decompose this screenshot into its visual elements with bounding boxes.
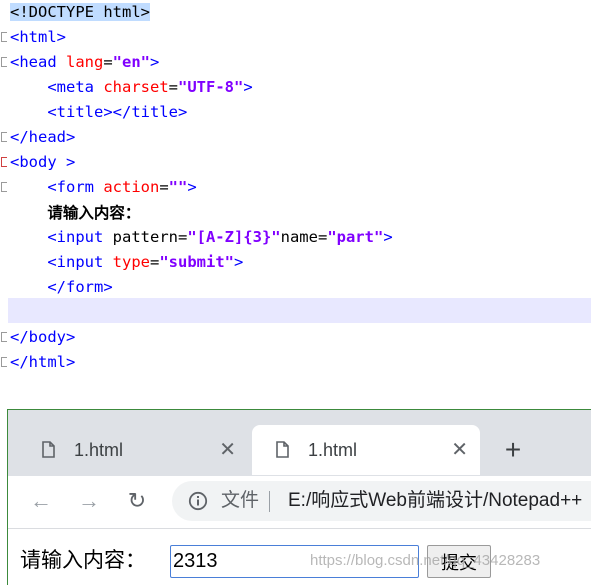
- code-token: <html>: [10, 28, 66, 46]
- code-token: <meta: [47, 78, 104, 96]
- browser-toolbar: ← → ↻ 文件 E:/响应式Web前端设计/Notepad++: [8, 476, 591, 528]
- fold-marker-head[interactable]: [1, 57, 7, 67]
- tab-inactive[interactable]: 1.html ✕: [18, 425, 248, 475]
- code-token: "part": [327, 228, 384, 246]
- code-token: lang: [66, 53, 104, 71]
- code-token: <input: [47, 228, 113, 246]
- forward-button[interactable]: →: [74, 486, 104, 516]
- code-token: <input: [47, 253, 113, 271]
- code-token: </html>: [10, 353, 76, 371]
- document-icon: [42, 441, 55, 458]
- input-label: 请输入内容：: [20, 549, 146, 572]
- code-token: >: [383, 228, 393, 246]
- back-button[interactable]: ←: [26, 486, 56, 516]
- code-line: </form>: [10, 275, 113, 300]
- code-token: type: [112, 253, 150, 271]
- code-line: <title></title>: [10, 100, 187, 125]
- code-token: >: [243, 78, 253, 96]
- code-token: <body >: [10, 153, 76, 171]
- watermark: https://blog.csdn.net/qq_43428283: [310, 552, 541, 569]
- code-line: <body >: [10, 150, 75, 175]
- fold-marker-body[interactable]: [1, 157, 7, 167]
- code-token: <head: [10, 53, 66, 71]
- fold-gutter: [0, 0, 8, 410]
- code-token: >: [233, 253, 244, 271]
- code-token: =: [159, 178, 169, 196]
- code-line: <input type="submit">: [10, 250, 243, 275]
- new-tab-button[interactable]: +: [498, 430, 528, 470]
- code-token: <form: [47, 178, 104, 196]
- code-line: <input pattern="[A-Z]{3}"name="part">: [10, 225, 393, 250]
- code-token: =: [149, 253, 160, 271]
- info-icon[interactable]: [188, 491, 208, 511]
- code-token: >: [187, 178, 197, 196]
- fold-marker-form[interactable]: [1, 182, 7, 192]
- code-token: "": [168, 178, 188, 196]
- file-chip: 文件: [221, 490, 260, 511]
- tab-title: 1.html: [308, 440, 358, 460]
- code-line: </head>: [10, 125, 75, 150]
- tab-title: 1.html: [74, 440, 124, 460]
- fold-marker-html-end: [1, 357, 7, 367]
- document-icon: [276, 441, 289, 458]
- current-line-highlight: [8, 298, 591, 323]
- code-token: name=: [280, 228, 328, 246]
- fold-marker-head-end: [1, 132, 7, 142]
- code-line: <meta charset="UTF-8">: [10, 75, 253, 100]
- code-token: </form>: [47, 278, 113, 296]
- code-line: <head lang="en">: [10, 50, 159, 75]
- close-icon[interactable]: ✕: [451, 425, 468, 475]
- fold-marker-html[interactable]: [1, 32, 7, 42]
- code-line: 请输入内容：: [10, 200, 140, 225]
- code-token: <title></title>: [47, 103, 188, 121]
- close-icon[interactable]: ✕: [219, 425, 236, 475]
- code-token: =: [168, 78, 178, 96]
- code-token: <!DOCTYPE html>: [10, 3, 150, 21]
- code-line: </body>: [10, 325, 75, 350]
- code-token: "submit": [159, 253, 234, 271]
- code-line: <!DOCTYPE html>: [10, 0, 150, 25]
- code-token: action: [103, 178, 160, 196]
- tab-active[interactable]: 1.html ✕: [252, 425, 480, 475]
- browser-window: 1.html ✕ 1.html ✕ + ← → ↻ 文件 E:/响应式Web前端…: [7, 409, 591, 585]
- reload-button[interactable]: ↻: [122, 486, 152, 516]
- page-viewport: 请输入内容： 提交 https://blog.csdn.net/qq_43428…: [8, 528, 591, 585]
- code-token: </head>: [10, 128, 76, 146]
- code-token: =: [103, 53, 113, 71]
- code-token: 请输入内容：: [47, 203, 141, 222]
- code-token: "[A-Z]{3}": [187, 228, 281, 246]
- fold-marker-body-end: [1, 332, 7, 342]
- code-token: pattern=: [112, 228, 188, 246]
- code-line: <html>: [10, 25, 66, 50]
- code-token: "UTF-8": [178, 78, 244, 96]
- url-text: E:/响应式Web前端设计/Notepad++: [288, 490, 583, 511]
- code-token: </body>: [10, 328, 76, 346]
- chip-divider: [269, 491, 270, 512]
- code-token: >: [150, 53, 160, 71]
- code-token: charset: [103, 78, 169, 96]
- code-line: <form action="">: [10, 175, 197, 200]
- code-token: "en": [112, 53, 150, 71]
- code-editor[interactable]: <!DOCTYPE html> <html> <head lang="en"> <m…: [0, 0, 591, 410]
- address-bar[interactable]: 文件 E:/响应式Web前端设计/Notepad++: [172, 481, 591, 521]
- code-line: </html>: [10, 350, 75, 375]
